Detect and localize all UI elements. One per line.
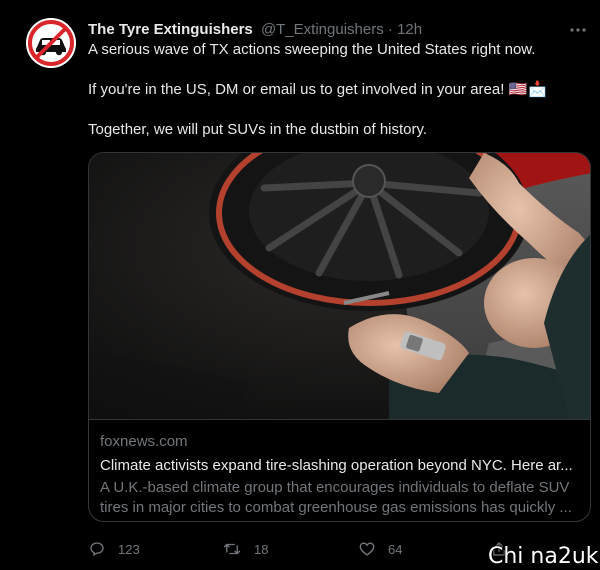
watermark: Chi na2uk: [488, 544, 599, 569]
like-count: 64: [388, 541, 403, 557]
no-suv-icon: [26, 18, 76, 68]
tweet[interactable]: The Tyre Extinguishers @T_Extinguishers …: [0, 0, 600, 570]
retweet-count: 18: [254, 541, 269, 557]
retweet-icon: [223, 543, 241, 555]
tweet-text-line-3: Together, we will put SUVs in the dustbi…: [88, 121, 428, 138]
link-preview-card[interactable]: foxnews.com Climate activists expand tir…: [88, 152, 591, 522]
tweet-header: The Tyre Extinguishers @T_Extinguishers …: [88, 20, 560, 40]
card-image[interactable]: [89, 153, 590, 419]
heart-icon: [359, 542, 375, 556]
tweet-text-line-1: A serious wave of TX actions sweeping th…: [88, 41, 536, 58]
tweet-text-line-2: If you're in the US, DM or email us to g…: [88, 80, 588, 100]
tweet-text-line-2-body: If you're in the US, DM or email us to g…: [88, 81, 505, 98]
more-options-button[interactable]: [568, 22, 588, 38]
separator-dot: ·: [387, 21, 393, 38]
like-button[interactable]: 64: [358, 538, 402, 560]
card-title[interactable]: Climate activists expand tire-slashing o…: [100, 456, 580, 476]
deflating-tire-photo-icon: [89, 153, 590, 419]
reply-count: 123: [118, 541, 140, 557]
author-name[interactable]: The Tyre Extinguishers: [88, 21, 253, 38]
card-description: A U.K.-based climate group that encourag…: [100, 479, 572, 516]
author-handle[interactable]: @T_Extinguishers: [261, 21, 384, 38]
timestamp[interactable]: 12h: [397, 21, 422, 38]
flag-and-envelope-emoji: 🇺🇸📩: [508, 81, 548, 98]
avatar[interactable]: [26, 18, 76, 68]
card-body[interactable]: foxnews.com Climate activists expand tir…: [89, 419, 590, 516]
retweet-button[interactable]: 18: [222, 538, 268, 560]
reply-icon: [90, 542, 104, 556]
card-domain: foxnews.com: [100, 433, 188, 450]
more-icon: [570, 28, 586, 32]
reply-button[interactable]: 123: [88, 538, 140, 560]
